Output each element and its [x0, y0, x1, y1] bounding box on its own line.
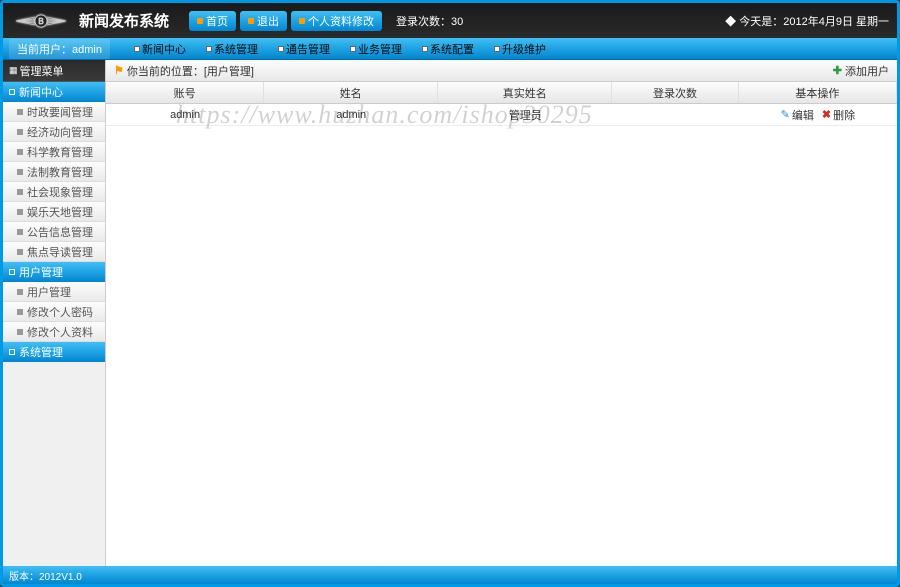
edit-button[interactable]: ✎编辑 [781, 107, 814, 123]
col-name: 姓名 [264, 82, 438, 103]
table-row: admin admin 管理员 ✎编辑 ✖删除 [106, 104, 897, 126]
cell-realname: 管理员 [438, 104, 612, 125]
add-icon: ✚ [833, 64, 842, 77]
tab-business-manage[interactable]: 业务管理 [344, 39, 408, 59]
login-count: 登录次数：30 [396, 13, 463, 29]
group-icon [9, 269, 15, 275]
edit-icon: ✎ [781, 108, 790, 121]
delete-button[interactable]: ✖删除 [822, 107, 855, 123]
svg-text:B: B [38, 17, 43, 26]
sidebar-item[interactable]: 经济动向管理 [3, 122, 105, 142]
sidebar-item[interactable]: 娱乐天地管理 [3, 202, 105, 222]
sidebar-group-user[interactable]: 用户管理 [3, 262, 105, 282]
flag-icon: ⚑ [114, 64, 124, 77]
sidebar-item[interactable]: 焦点导读管理 [3, 242, 105, 262]
cell-count [612, 104, 739, 125]
group-icon [9, 349, 15, 355]
tab-icon [206, 46, 212, 52]
group-icon [9, 89, 15, 95]
breadcrumb: ⚑ 你当前的位置： [用户管理] ✚添加用户 [106, 60, 897, 82]
col-ops: 基本操作 [739, 82, 897, 103]
sidebar-item[interactable]: 科学教育管理 [3, 142, 105, 162]
content-pane: ⚑ 你当前的位置： [用户管理] ✚添加用户 账号 姓名 真实姓名 登录次数 基… [106, 60, 897, 566]
sidebar-item-edit-profile[interactable]: 修改个人资料 [3, 322, 105, 342]
sidebar-group-system[interactable]: 系统管理 [3, 342, 105, 362]
table-header-row: 账号 姓名 真实姓名 登录次数 基本操作 [106, 82, 897, 104]
app-title: 新闻发布系统 [79, 10, 169, 31]
add-user-button[interactable]: ✚添加用户 [833, 63, 889, 79]
tab-icon [278, 46, 284, 52]
sidebar: ▦管理菜单 新闻中心 时政要闻管理 经济动向管理 科学教育管理 法制教育管理 社… [3, 60, 106, 566]
sidebar-item[interactable]: 公告信息管理 [3, 222, 105, 242]
tab-icon [494, 46, 500, 52]
tab-system-manage[interactable]: 系统管理 [200, 39, 264, 59]
profile-icon [299, 18, 305, 24]
app-header: B 新闻发布系统 首页 退出 个人资料修改 登录次数：30 ◆ 今天是：2012… [3, 3, 897, 38]
today-date: ◆ 今天是：2012年4月9日 星期一 [725, 13, 889, 29]
logout-button[interactable]: 退出 [240, 11, 287, 31]
sidebar-item[interactable]: 时政要闻管理 [3, 102, 105, 122]
sidebar-item-user-manage[interactable]: 用户管理 [3, 282, 105, 302]
current-user: 当前用户：admin [9, 39, 110, 59]
top-tab-bar: 当前用户：admin 新闻中心 系统管理 通告管理 业务管理 系统配置 升级维护 [3, 38, 897, 60]
delete-icon: ✖ [822, 108, 831, 121]
col-logincount: 登录次数 [612, 82, 739, 103]
tab-icon [134, 46, 140, 52]
tab-upgrade[interactable]: 升级维护 [488, 39, 552, 59]
power-icon [248, 18, 254, 24]
tab-icon [350, 46, 356, 52]
tab-notice-manage[interactable]: 通告管理 [272, 39, 336, 59]
sidebar-item[interactable]: 社会现象管理 [3, 182, 105, 202]
sidebar-group-news[interactable]: 新闻中心 [3, 82, 105, 102]
footer: 版本：2012V1.0 [3, 566, 897, 584]
grid-icon: ▦ [9, 65, 16, 76]
company-logo: B [11, 6, 71, 36]
sidebar-header: ▦管理菜单 [3, 60, 105, 82]
home-icon [197, 18, 203, 24]
cell-account: admin [106, 104, 264, 125]
sidebar-item-change-password[interactable]: 修改个人密码 [3, 302, 105, 322]
col-account: 账号 [106, 82, 264, 103]
tab-icon [422, 46, 428, 52]
tab-news-center[interactable]: 新闻中心 [128, 39, 192, 59]
home-button[interactable]: 首页 [189, 11, 236, 31]
col-realname: 真实姓名 [438, 82, 612, 103]
tab-system-config[interactable]: 系统配置 [416, 39, 480, 59]
cell-ops: ✎编辑 ✖删除 [739, 104, 897, 125]
version-label: 版本：2012V1.0 [9, 568, 82, 583]
sidebar-item[interactable]: 法制教育管理 [3, 162, 105, 182]
profile-edit-button[interactable]: 个人资料修改 [291, 11, 382, 31]
cell-name: admin [264, 104, 438, 125]
